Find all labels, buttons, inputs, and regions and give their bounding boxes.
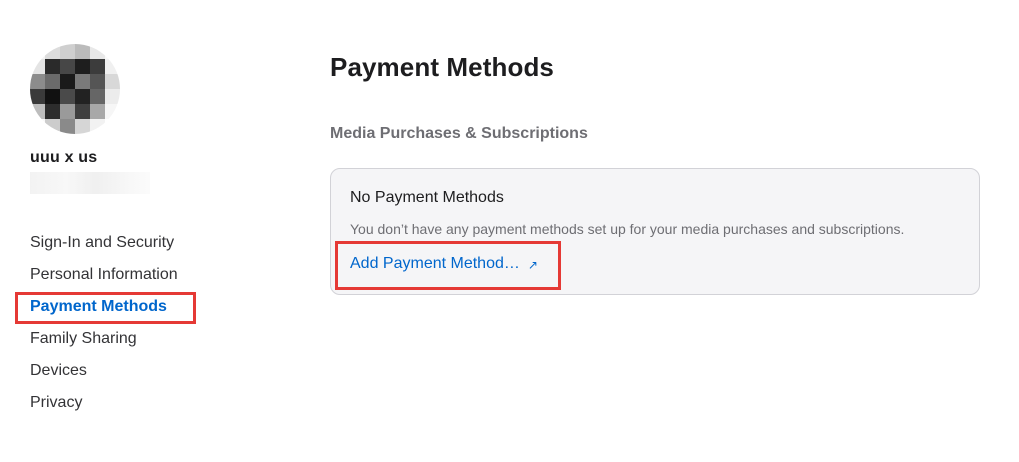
card-description: You don’t have any payment methods set u… <box>350 221 905 237</box>
user-email-redacted <box>30 172 150 194</box>
page-title: Payment Methods <box>330 52 554 82</box>
avatar-pixel <box>105 89 120 104</box>
avatar-pixel <box>60 59 75 74</box>
avatar-pixel <box>105 104 120 119</box>
page: uuu x us Sign-In and Security Personal I… <box>0 0 1019 462</box>
avatar-pixel <box>75 104 90 119</box>
avatar <box>30 44 120 134</box>
avatar-pixel <box>45 89 60 104</box>
avatar-pixel <box>60 44 75 59</box>
sidebar-nav: Sign-In and Security Personal Informatio… <box>30 232 178 424</box>
payment-methods-card: No Payment Methods You don’t have any pa… <box>330 168 980 295</box>
add-payment-method-label: Add Payment Method… <box>350 255 520 272</box>
avatar-pixel <box>30 104 45 119</box>
sidebar-item-payment-methods[interactable]: Payment Methods <box>30 296 178 328</box>
avatar-pixel <box>30 44 45 59</box>
avatar-pixel <box>75 119 90 134</box>
main-content: Payment Methods Media Purchases & Subscr… <box>330 0 990 462</box>
avatar-pixel <box>30 74 45 89</box>
avatar-pixel <box>105 59 120 74</box>
avatar-pixel <box>105 74 120 89</box>
avatar-pixel <box>90 59 105 74</box>
avatar-pixel <box>60 74 75 89</box>
external-link-arrow-icon: ↗ <box>527 258 538 272</box>
avatar-pixel <box>45 44 60 59</box>
avatar-pixel <box>45 119 60 134</box>
sidebar: uuu x us Sign-In and Security Personal I… <box>0 0 300 462</box>
avatar-pixel <box>105 119 120 134</box>
avatar-pixel <box>75 89 90 104</box>
sidebar-item-family-sharing[interactable]: Family Sharing <box>30 328 178 360</box>
avatar-pixel <box>90 89 105 104</box>
sidebar-item-devices[interactable]: Devices <box>30 360 178 392</box>
avatar-pixel <box>45 59 60 74</box>
avatar-pixel <box>30 59 45 74</box>
avatar-pixel <box>75 59 90 74</box>
avatar-pixel <box>90 104 105 119</box>
avatar-pixel <box>45 104 60 119</box>
avatar-pixel <box>60 89 75 104</box>
card-heading: No Payment Methods <box>350 189 504 206</box>
avatar-pixel <box>45 74 60 89</box>
sidebar-item-privacy[interactable]: Privacy <box>30 392 178 424</box>
avatar-pixel <box>30 89 45 104</box>
avatar-pixel <box>105 44 120 59</box>
avatar-pixel <box>75 74 90 89</box>
avatar-pixel <box>30 119 45 134</box>
sidebar-item-sign-in-security[interactable]: Sign-In and Security <box>30 232 178 264</box>
avatar-pixel <box>90 44 105 59</box>
add-payment-method-link[interactable]: Add Payment Method… ↗ <box>350 255 538 273</box>
avatar-pixel <box>90 74 105 89</box>
avatar-pixel <box>60 119 75 134</box>
avatar-pixel <box>90 119 105 134</box>
user-name: uuu x us <box>30 149 98 166</box>
sidebar-item-personal-information[interactable]: Personal Information <box>30 264 178 296</box>
avatar-pixel <box>75 44 90 59</box>
avatar-pixel <box>60 104 75 119</box>
section-title: Media Purchases & Subscriptions <box>330 125 588 142</box>
